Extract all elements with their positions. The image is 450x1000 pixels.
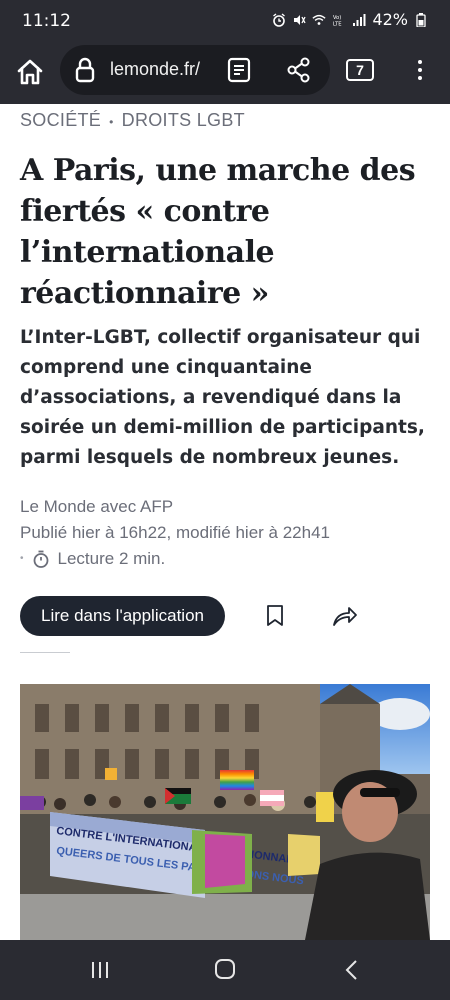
status-icons: Vo) LTE 42%	[272, 10, 428, 29]
browser-toolbar: lemonde.fr/ 7	[0, 40, 450, 104]
signal-icon	[352, 13, 366, 27]
alarm-icon	[272, 12, 286, 27]
article-photo[interactable]: CONTRE L'INTERNATIONALE RÉACTIONNAIRE QU…	[20, 684, 430, 940]
svg-text:Vo): Vo)	[333, 15, 341, 21]
article-headline: A Paris, une marche des fiertés « contre…	[20, 153, 416, 311]
tabs-icon[interactable]: 7	[346, 59, 374, 81]
address-bar[interactable]: lemonde.fr/	[60, 45, 330, 95]
home-nav-icon[interactable]	[214, 958, 236, 980]
divider	[20, 652, 70, 653]
reading-dot: •	[20, 553, 24, 564]
wifi-icon	[312, 13, 327, 27]
more-vert-icon[interactable]	[410, 56, 430, 86]
svg-text:LTE: LTE	[333, 21, 342, 27]
article-meta: Le Monde avec AFP Publié hier à 16h22, m…	[20, 494, 330, 572]
status-time: 11:12	[22, 11, 71, 31]
bookmark-icon[interactable]	[266, 604, 284, 628]
url-text[interactable]: lemonde.fr/	[110, 59, 210, 80]
volte-icon: Vo) LTE	[332, 13, 346, 27]
article-author: Le Monde avec AFP	[20, 497, 174, 516]
system-nav-bar	[0, 940, 450, 1000]
article-published-date: Publié hier à 16h22, modifié hier à 22h4…	[20, 523, 330, 542]
recent-apps-icon[interactable]	[90, 960, 110, 980]
breadcrumb-section[interactable]: SOCIÉTÉ	[20, 110, 101, 130]
mute-icon	[292, 13, 307, 27]
share-article-icon[interactable]	[332, 604, 358, 628]
home-icon[interactable]	[14, 56, 46, 88]
reading-time: • Lecture 2 min.	[20, 546, 330, 572]
timer-icon	[32, 550, 50, 568]
lock-icon[interactable]	[74, 57, 96, 83]
breadcrumb: SOCIÉTÉ • DROITS LGBT	[20, 110, 245, 131]
share-icon[interactable]	[286, 57, 312, 83]
battery-percent: 42%	[372, 10, 408, 29]
reader-mode-icon[interactable]	[226, 57, 252, 83]
open-in-app-button[interactable]: Lire dans l'application	[20, 596, 225, 636]
breadcrumb-subsection[interactable]: DROITS LGBT	[122, 110, 245, 130]
back-icon[interactable]	[344, 959, 358, 981]
reading-time-label: Lecture 2 min.	[57, 549, 166, 568]
breadcrumb-separator: •	[109, 115, 114, 129]
status-bar: 11:12 Vo) LTE 42%	[0, 0, 450, 40]
battery-icon	[414, 12, 428, 27]
article-standfirst: L’Inter-LGBT, collectif organisateur qui…	[20, 327, 425, 468]
